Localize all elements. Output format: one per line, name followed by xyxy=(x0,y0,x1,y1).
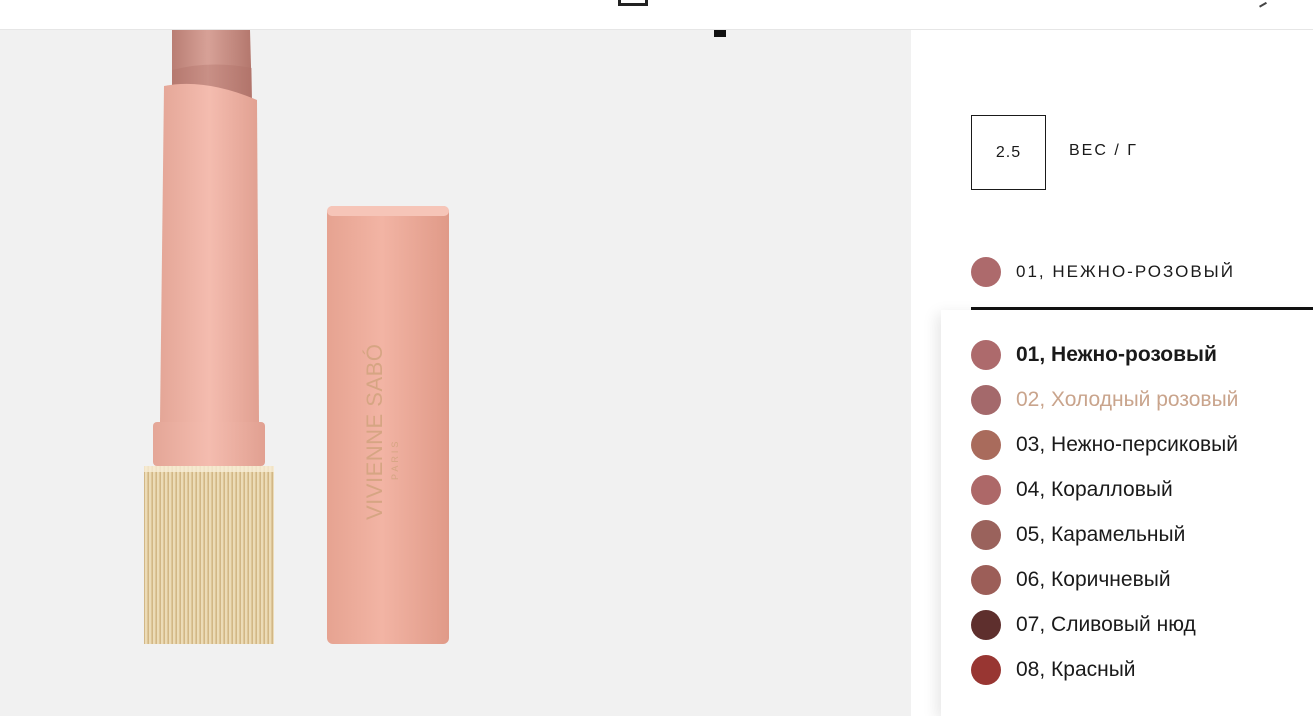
shade-option[interactable]: 07, Сливовый нюд xyxy=(971,608,1311,642)
brand-city-print: PARIS xyxy=(390,439,400,480)
shade-option-label: 08, Красный xyxy=(1016,658,1136,681)
shade-select-dropdown[interactable]: 01, НЕЖНО-РОЗОВЫЙ xyxy=(971,250,1313,310)
header-logo-fragment xyxy=(618,0,648,6)
product-image-gallery[interactable]: VIVIENNE SABÓ PARIS xyxy=(0,30,911,716)
shade-option[interactable]: 04, Коралловый xyxy=(971,473,1311,507)
shade-option[interactable]: 02, Холодный розовый xyxy=(971,383,1311,417)
shade-option[interactable]: 01, Нежно-розовый xyxy=(971,338,1311,372)
weight-option-button[interactable]: 2.5 xyxy=(971,115,1046,190)
shade-swatch xyxy=(971,340,1001,370)
shade-option-label: 04, Коралловый xyxy=(1016,478,1173,501)
header-chevron-icon[interactable] xyxy=(1257,0,1267,8)
shade-option-label: 03, Нежно-персиковый xyxy=(1016,433,1238,456)
shade-option-label: 01, Нежно-розовый xyxy=(1016,343,1217,366)
selected-shade-label: 01, НЕЖНО-РОЗОВЫЙ xyxy=(1016,262,1235,281)
shade-swatch xyxy=(971,385,1001,415)
shade-swatch xyxy=(971,610,1001,640)
shade-swatch xyxy=(971,655,1001,685)
shade-option[interactable]: 08, Красный xyxy=(971,653,1311,687)
shade-option[interactable]: 06, Коричневый xyxy=(971,563,1311,597)
selected-shade-swatch xyxy=(971,257,1001,287)
weight-label: ВЕС / Г xyxy=(1069,142,1138,159)
shade-option[interactable]: 05, Карамельный xyxy=(971,518,1311,552)
top-header-strip xyxy=(0,0,1313,30)
shade-swatch xyxy=(971,565,1001,595)
shade-options-list: 01, Нежно-розовый 02, Холодный розовый 0… xyxy=(941,310,1313,716)
product-image-lipstick: VIVIENNE SABÓ PARIS xyxy=(144,30,449,644)
shade-option-label: 07, Сливовый нюд xyxy=(1016,613,1196,636)
shade-option-label: 06, Коричневый xyxy=(1016,568,1171,591)
shade-swatch xyxy=(971,475,1001,505)
brand-name-print: VIVIENNE SABÓ xyxy=(362,344,387,520)
shade-option[interactable]: 03, Нежно-персиковый xyxy=(971,428,1311,462)
shade-option-label: 05, Карамельный xyxy=(1016,523,1186,546)
shade-option-label: 02, Холодный розовый xyxy=(1016,388,1239,411)
shade-swatch xyxy=(971,520,1001,550)
shade-swatch xyxy=(971,430,1001,460)
gallery-indicator xyxy=(714,30,726,37)
